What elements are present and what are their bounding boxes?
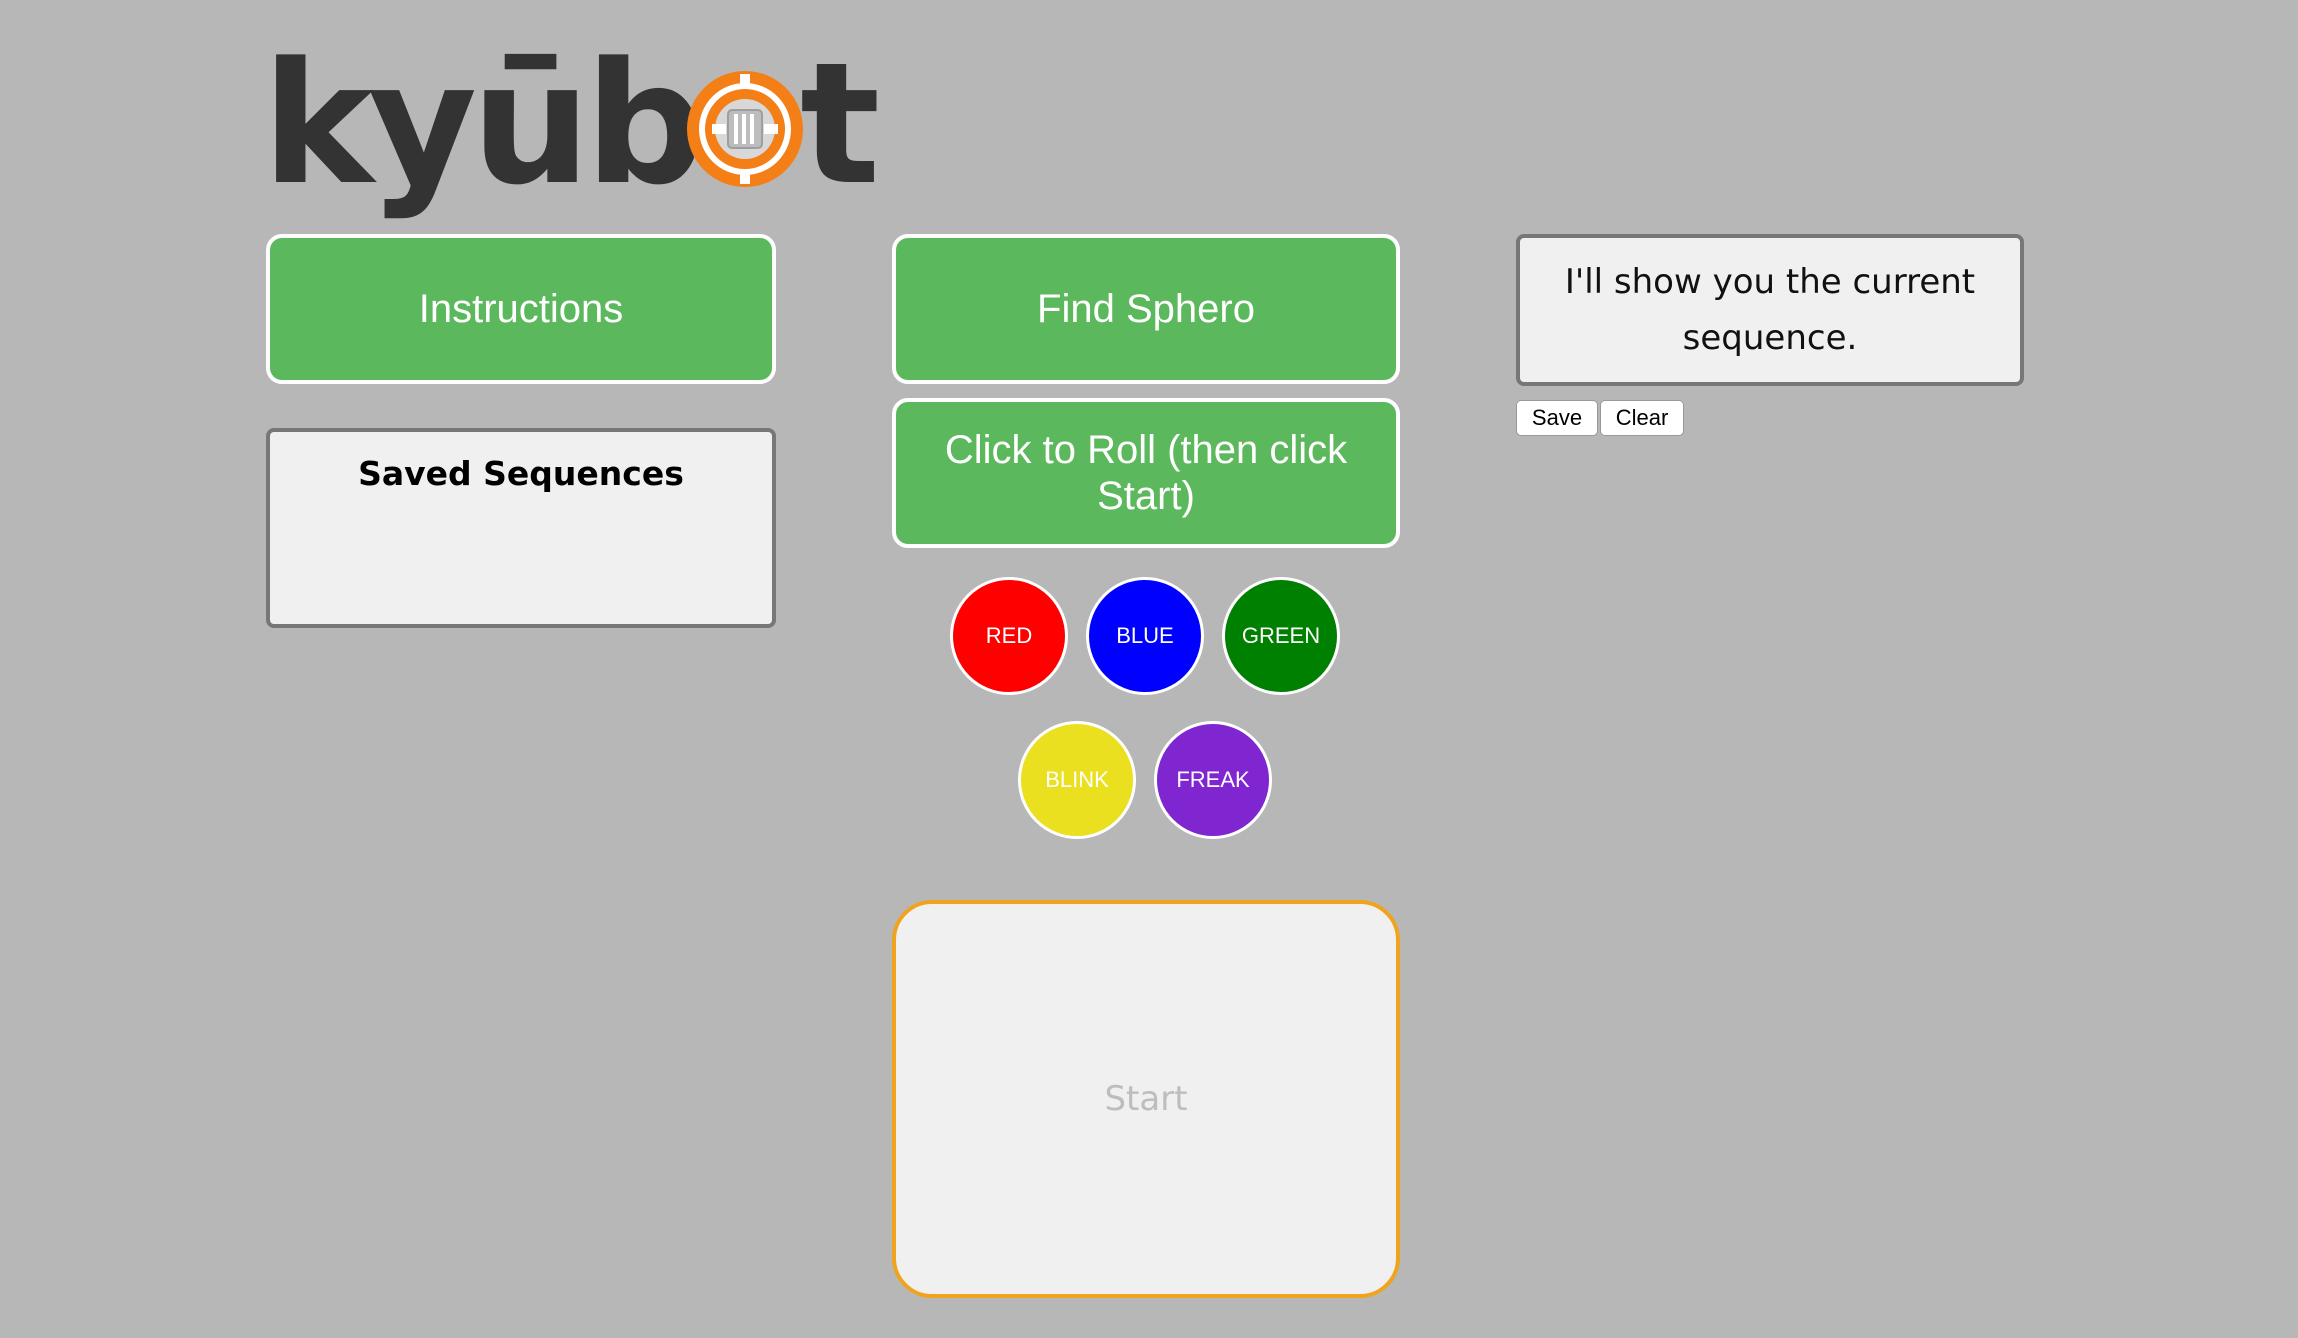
- red-color-button[interactable]: RED: [950, 577, 1068, 695]
- green-color-button[interactable]: GREEN: [1222, 577, 1340, 695]
- instructions-button[interactable]: Instructions: [266, 234, 776, 384]
- blink-button[interactable]: BLINK: [1018, 721, 1136, 839]
- start-drop-zone[interactable]: Start: [892, 900, 1400, 1298]
- saved-sequences-panel: Saved Sequences: [266, 428, 776, 628]
- page: kyūb t Instructions Saved Sequences Find…: [0, 0, 2298, 1338]
- current-sequence-panel: I'll show you the current sequence.: [1516, 234, 2024, 386]
- freak-button[interactable]: FREAK: [1154, 721, 1272, 839]
- save-button[interactable]: Save: [1516, 400, 1598, 436]
- find-sphero-button[interactable]: Find Sphero: [892, 234, 1400, 384]
- saved-sequences-title: Saved Sequences: [358, 454, 684, 493]
- logo-text-right: t: [800, 26, 881, 222]
- clear-button[interactable]: Clear: [1600, 400, 1684, 436]
- sphero-logo-icon: [687, 71, 803, 187]
- logo-text-left: kyūb: [262, 26, 705, 222]
- start-label: Start: [1104, 1079, 1188, 1119]
- kyubot-logo: kyūb t: [262, 40, 882, 230]
- click-to-roll-button[interactable]: Click to Roll (then click Start): [892, 398, 1400, 548]
- blue-color-button[interactable]: BLUE: [1086, 577, 1204, 695]
- current-sequence-text: I'll show you the current sequence.: [1564, 262, 1976, 358]
